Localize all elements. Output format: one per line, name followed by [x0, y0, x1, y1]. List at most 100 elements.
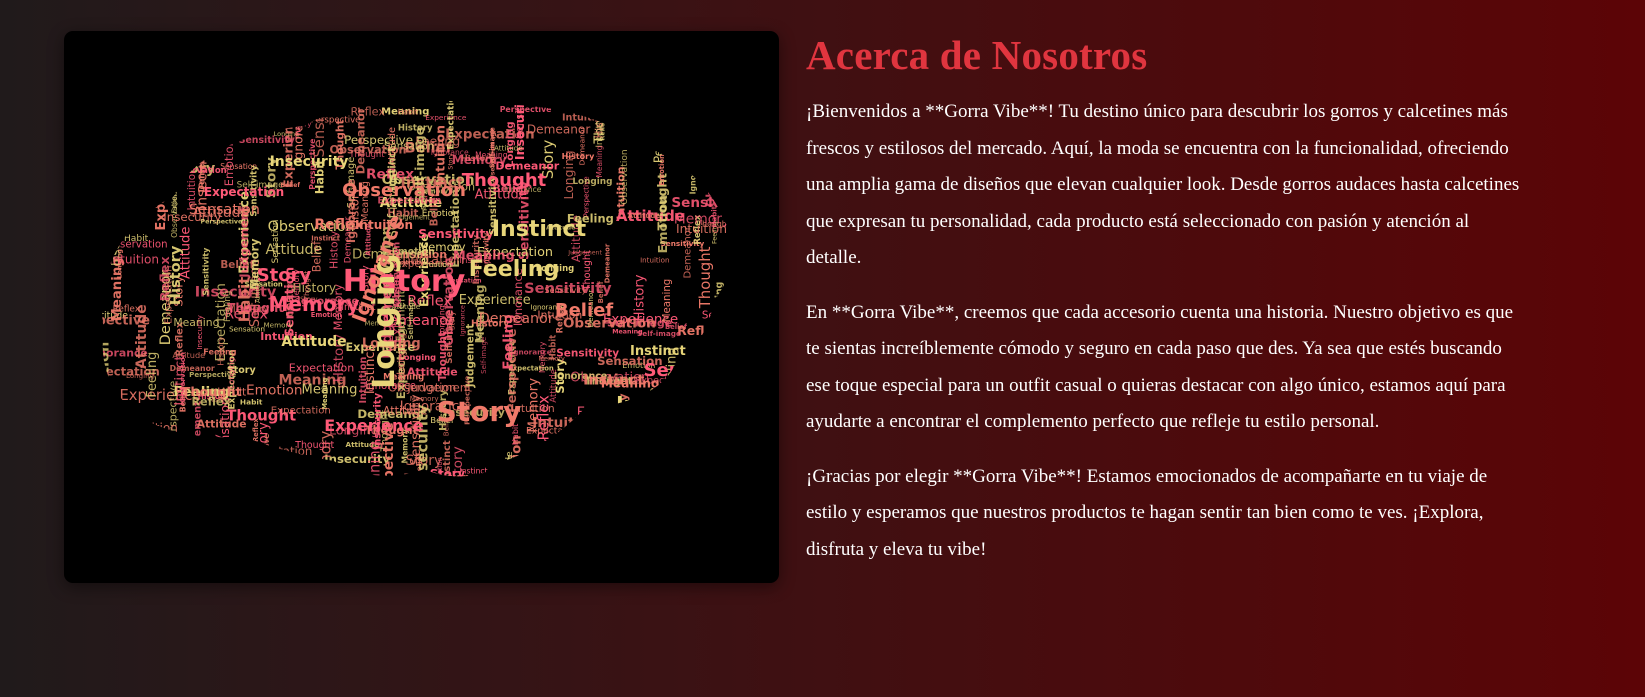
- word-cloud-word: Observation: [95, 131, 162, 142]
- word-cloud-word: Sensitivity: [544, 285, 586, 295]
- word-cloud-word: History: [541, 439, 556, 486]
- word-cloud-word: Longing: [154, 440, 192, 451]
- word-cloud-word: Feeling: [640, 397, 648, 421]
- word-cloud-word: Emotion: [592, 429, 608, 494]
- about-section: Acerca de Nosotros ¡Bienvenidos a **Gorr…: [806, 26, 1526, 586]
- word-cloud-word: Demeanor: [267, 448, 274, 480]
- word-cloud-word: Ignorance: [627, 408, 680, 419]
- word-cloud-word: Judgement: [193, 401, 204, 463]
- word-cloud-word: Demeanor: [604, 243, 612, 283]
- word-cloud-word: Reflex: [677, 323, 721, 338]
- word-cloud-word: Judgement: [125, 186, 172, 195]
- word-cloud-word: Expectation: [526, 426, 581, 437]
- word-cloud-word: Observation: [168, 166, 226, 176]
- page-title: Acerca de Nosotros: [806, 32, 1148, 78]
- word-cloud-word: Attitude: [673, 129, 702, 136]
- word-cloud-word: Longing: [561, 150, 576, 199]
- word-cloud-word: Longing: [133, 165, 164, 173]
- word-cloud-word: History: [595, 102, 606, 138]
- word-cloud-word: Judgement: [700, 106, 752, 116]
- word-cloud-word: Intuition: [640, 256, 669, 265]
- word-cloud-word: Ignorance: [149, 144, 158, 185]
- word-cloud-word: Habit: [696, 363, 720, 372]
- word-cloud-word: Emotion: [125, 114, 189, 130]
- word-cloud-word: Attitude: [656, 105, 666, 139]
- word-cloud-word: Self-image: [407, 297, 415, 339]
- word-cloud-word: Reflex: [132, 137, 148, 185]
- word-cloud-word: Perspective: [716, 337, 730, 408]
- word-cloud-word: Observation: [106, 240, 168, 251]
- word-cloud-word: Self-image: [149, 98, 165, 180]
- word-cloud-word: History: [609, 438, 636, 447]
- word-cloud-word: Experience: [198, 107, 236, 114]
- word-cloud-word: Sensitivity: [202, 247, 211, 296]
- word-cloud-word: Experience: [324, 416, 424, 435]
- about-paragraph-3: ¡Gracias por elegir **Gorra Vibe**! Esta…: [806, 465, 1488, 560]
- word-cloud-word: Self-image: [480, 337, 488, 374]
- word-cloud-word: Intuition: [355, 218, 413, 232]
- word-cloud-word: Ignorance: [170, 442, 243, 458]
- word-cloud-word: Observation: [96, 342, 112, 442]
- word-cloud-word: Meaning: [612, 328, 642, 335]
- word-cloud-word: Perspective: [97, 388, 113, 472]
- word-cloud-word: Habit: [143, 455, 185, 471]
- word-cloud-word: Sensitivity: [239, 135, 295, 146]
- word-cloud-word: History: [685, 94, 696, 129]
- about-paragraph-2: En **Gorra Vibe**, creemos que cada acce…: [806, 301, 1514, 433]
- word-cloud-word: Emotion: [222, 139, 236, 186]
- word-cloud-word: Sensitivity: [616, 393, 630, 465]
- word-cloud-word: Feeling: [469, 257, 559, 282]
- word-cloud-word: Habit: [548, 335, 558, 361]
- word-cloud-word: Habit: [701, 413, 710, 435]
- word-cloud-word: Instinct: [311, 235, 340, 243]
- word-cloud-word: Meaning: [88, 437, 157, 453]
- word-cloud-word: Emotion: [655, 195, 670, 254]
- word-cloud-word: Intuition: [109, 253, 159, 267]
- word-cloud-word: Self-image: [702, 310, 757, 322]
- word-cloud-word: Experience: [577, 406, 651, 421]
- word-cloud-word: Experience: [154, 149, 169, 231]
- word-cloud-word: Attitude: [197, 418, 247, 431]
- word-cloud-word: Feeling: [223, 290, 233, 321]
- word-cloud-word: Self-image: [644, 123, 717, 139]
- word-cloud-word: Meaning: [662, 279, 673, 323]
- word-cloud-word: Instinct: [650, 388, 660, 425]
- word-cloud-word: Perspective: [114, 125, 176, 136]
- word-cloud-word: Perspective: [64, 314, 150, 329]
- word-cloud-word: Habit: [398, 108, 418, 117]
- word-cloud-word: Attitude: [628, 212, 661, 220]
- word-cloud-word: Meaning: [173, 316, 219, 329]
- word-cloud-word: Memory: [118, 197, 161, 209]
- word-cloud-word: Memory: [263, 321, 293, 330]
- word-cloud-word: Memory: [719, 325, 727, 356]
- word-cloud-word: Thought: [112, 164, 128, 224]
- word-cloud-word: Demeanor: [479, 311, 554, 327]
- word-cloud-word: Story: [257, 265, 312, 286]
- word-cloud-word: Habit: [685, 459, 694, 479]
- word-cloud-word: Attitude: [203, 456, 214, 496]
- word-cloud-word: Story: [635, 463, 657, 472]
- brain-word-cloud-image: Habit Ignorance Story Sensitivity Memory Pers…: [64, 31, 779, 583]
- word-cloud-word: Instinct: [172, 355, 188, 406]
- word-cloud-word: Sensitivity: [88, 115, 173, 131]
- word-cloud-word: Perspective: [712, 451, 722, 500]
- word-cloud-word: Habit: [706, 422, 724, 429]
- word-cloud-word: Reflex: [350, 105, 385, 118]
- word-cloud-word: Feeling: [203, 346, 236, 356]
- word-cloud-word: Meaning: [106, 156, 118, 207]
- word-cloud-word: Longing: [572, 177, 612, 187]
- word-cloud-word: Thought: [462, 170, 547, 191]
- word-cloud-word: Thought: [696, 246, 714, 309]
- word-cloud-word: Sensation: [644, 360, 745, 381]
- word-cloud-word: Perspective: [500, 105, 552, 114]
- word-cloud-word: Instinct: [145, 137, 154, 165]
- word-cloud-word: Attitude: [505, 451, 515, 488]
- word-cloud-word: Story: [448, 311, 457, 330]
- word-cloud-word: Perspective: [651, 94, 665, 163]
- word-cloud-word: Belief: [675, 106, 685, 137]
- word-cloud-word: Meaning: [238, 454, 273, 464]
- word-cloud-word: Habit: [97, 422, 112, 456]
- word-cloud-word: Judgement: [548, 451, 584, 458]
- word-cloud-word: Self-image: [619, 426, 685, 441]
- word-cloud-word: Judgement: [465, 324, 477, 388]
